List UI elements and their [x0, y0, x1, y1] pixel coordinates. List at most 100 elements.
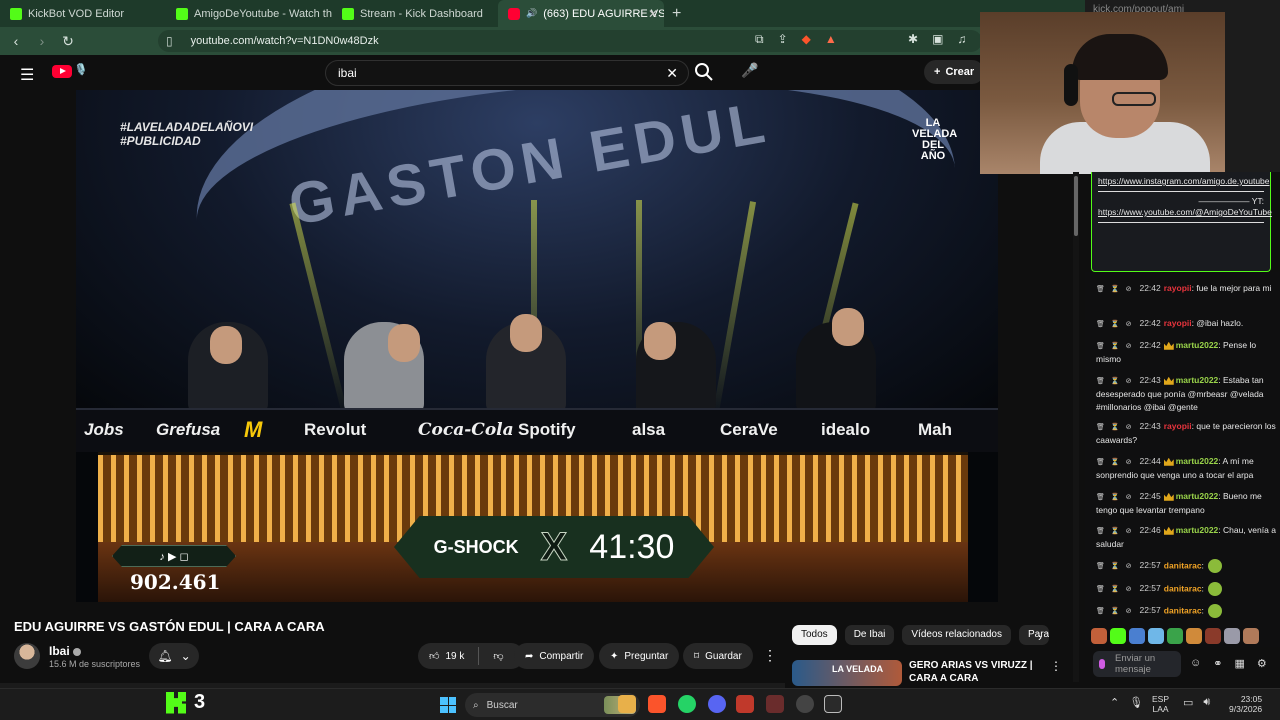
chevron-right-icon[interactable]: ›: [1038, 630, 1042, 644]
chevron-up-icon[interactable]: ⌃: [1110, 696, 1119, 709]
media-icon[interactable]: ♫: [957, 32, 966, 46]
moderation-icons[interactable]: 🗑⏳⊘: [1096, 378, 1137, 385]
capcut-icon[interactable]: [824, 695, 842, 713]
emote-icon[interactable]: [1148, 628, 1164, 644]
tab-kickbot-vod-editor[interactable]: KickBot VOD Editor: [0, 0, 166, 27]
create-button[interactable]: + Crear: [924, 60, 985, 84]
pinned-link-instagram[interactable]: https://www.instagram.com/amigo.de.youtu…: [1098, 176, 1270, 187]
emote-icon[interactable]: [1205, 628, 1221, 644]
share-button[interactable]: ➦ Compartir: [514, 643, 595, 669]
channel-name[interactable]: Ibai: [49, 644, 81, 658]
share-icon[interactable]: ⇪: [778, 32, 788, 47]
app-icon[interactable]: [766, 695, 784, 713]
chip-para[interactable]: Para: [1019, 625, 1049, 645]
community-icon[interactable]: ⚭: [1213, 657, 1222, 670]
like-icon[interactable]: 👍︎: [429, 650, 439, 662]
dislike-icon[interactable]: 👎︎: [493, 650, 503, 662]
emote-icon[interactable]: [1243, 628, 1259, 644]
sidebar-icon[interactable]: ▣: [932, 32, 943, 46]
voice-search-icon[interactable]: 🎤: [740, 60, 760, 80]
emote-icon[interactable]: [1224, 628, 1240, 644]
chip-todos[interactable]: Todos: [792, 625, 837, 645]
start-icon[interactable]: [440, 697, 456, 713]
discord-icon[interactable]: [708, 695, 726, 713]
doodle-icon[interactable]: 🎙️: [74, 63, 88, 76]
obs-icon[interactable]: [796, 695, 814, 713]
message-username[interactable]: rayopii: [1164, 421, 1192, 431]
related-video-title[interactable]: GERO ARIAS VS VIRUZZ | CARA A CARA: [909, 659, 1059, 685]
search-icon[interactable]: [692, 60, 716, 84]
message-username[interactable]: martu2022: [1176, 456, 1219, 466]
close-tab-icon[interactable]: ✕: [648, 7, 658, 21]
more-actions-button[interactable]: ⋮: [758, 643, 782, 669]
pinned-link-youtube[interactable]: https://www.youtube.com/@AmigoDeYouTube: [1098, 207, 1272, 218]
forward-icon[interactable]: ›: [32, 33, 52, 49]
message-username[interactable]: rayopii: [1164, 283, 1192, 293]
back-icon[interactable]: ‹: [6, 33, 26, 49]
moderation-icons[interactable]: 🗑⏳⊘: [1096, 528, 1137, 535]
message-username[interactable]: danitarac: [1164, 583, 1202, 593]
emote-icon[interactable]: [1110, 628, 1126, 644]
related-more-icon[interactable]: ⋮: [1050, 659, 1062, 673]
message-username[interactable]: rayopii: [1164, 318, 1192, 328]
moderation-icons[interactable]: 🗑⏳⊘: [1096, 321, 1137, 328]
reload-icon[interactable]: ↻: [58, 33, 78, 50]
emote-icon[interactable]: [1186, 628, 1202, 644]
network-icon[interactable]: ▭: [1183, 696, 1193, 709]
taskbar-search[interactable]: ⌕ Buscar: [465, 693, 640, 717]
open-in-app-icon[interactable]: ⧉: [755, 32, 764, 47]
video-player[interactable]: GASTON EDUL #LAVELADADELAÑOVI #PUBLICIDA…: [76, 90, 998, 602]
language-indicator[interactable]: ESP LAA: [1152, 694, 1169, 714]
ask-button[interactable]: ✦ Preguntar: [599, 643, 680, 669]
extensions-icon[interactable]: ✱: [908, 32, 918, 46]
moderation-icons[interactable]: 🗑⏳⊘: [1096, 286, 1137, 293]
brave-icon[interactable]: [648, 695, 666, 713]
emote-icon[interactable]: [1167, 628, 1183, 644]
menu-icon[interactable]: ☰: [20, 65, 34, 85]
file-explorer-icon[interactable]: [618, 695, 636, 713]
message-username[interactable]: danitarac: [1164, 560, 1202, 570]
avatar[interactable]: [14, 643, 40, 669]
moderation-icons[interactable]: 🗑⏳⊘: [1096, 459, 1137, 466]
emote-icon[interactable]: [1091, 628, 1107, 644]
chat-scrollbar[interactable]: [1073, 172, 1079, 682]
search-input[interactable]: ibai ✕: [325, 60, 689, 86]
chip-videos-relacionados[interactable]: Vídeos relacionados: [902, 625, 1011, 645]
tab-amigodeyoutube[interactable]: AmigoDeYoutube - Watch the VOD a: [166, 0, 332, 27]
related-video-thumbnail[interactable]: LA VELADA: [792, 660, 902, 686]
app-icon[interactable]: [736, 695, 754, 713]
save-button[interactable]: ⌑ Guardar: [683, 643, 753, 669]
bookmark-icon[interactable]: ▯: [166, 34, 173, 48]
message-username[interactable]: martu2022: [1176, 525, 1219, 535]
youtube-logo[interactable]: [52, 65, 72, 78]
message-username[interactable]: danitarac: [1164, 605, 1202, 615]
moderation-icons[interactable]: 🗑⏳⊘: [1096, 343, 1137, 350]
address-bar[interactable]: ▯ youtube.com/watch?v=N1DN0w48Dzk: [158, 30, 982, 52]
whatsapp-icon[interactable]: [678, 695, 696, 713]
moderation-icons[interactable]: 🗑⏳⊘: [1096, 424, 1137, 431]
taskbar-clock[interactable]: 23:05 9/3/2026: [1229, 694, 1262, 714]
message-username[interactable]: martu2022: [1176, 340, 1219, 350]
mic-icon[interactable]: [1099, 659, 1105, 669]
notifications-button[interactable]: 🔔︎ ⌄: [149, 643, 199, 669]
volume-icon[interactable]: 🔊︎: [1203, 696, 1210, 709]
microphone-icon[interactable]: 🎙︎: [1129, 696, 1143, 709]
moderation-icons[interactable]: 🗑⏳⊘: [1096, 608, 1137, 615]
moderation-icons[interactable]: 🗑⏳⊘: [1096, 563, 1137, 570]
settings-icon[interactable]: ⚙: [1257, 657, 1267, 670]
scroll-thumb[interactable]: [1074, 176, 1078, 236]
moderation-icons[interactable]: 🗑⏳⊘: [1096, 586, 1137, 593]
kick-widget[interactable]: 3: [166, 691, 205, 714]
message-username[interactable]: martu2022: [1176, 375, 1219, 385]
like-count[interactable]: 19 k: [445, 651, 464, 662]
clear-search-icon[interactable]: ✕: [666, 65, 678, 82]
calendar-icon[interactable]: ▦: [1234, 657, 1244, 670]
chip-de-ibai[interactable]: De Ibai: [844, 625, 895, 645]
tab-kick-dashboard[interactable]: Stream - Kick Dashboard: [332, 0, 498, 27]
new-tab-button[interactable]: +: [664, 5, 689, 23]
emote-icon[interactable]: [1129, 628, 1145, 644]
tab-youtube-video[interactable]: 🔊 (663) EDU AGUIRRE VS GASTÓ ✕: [498, 0, 664, 27]
brave-shield-icon[interactable]: ◆: [802, 32, 811, 47]
emoji-icon[interactable]: ☺: [1190, 657, 1201, 670]
moderation-icons[interactable]: 🗑⏳⊘: [1096, 494, 1137, 501]
